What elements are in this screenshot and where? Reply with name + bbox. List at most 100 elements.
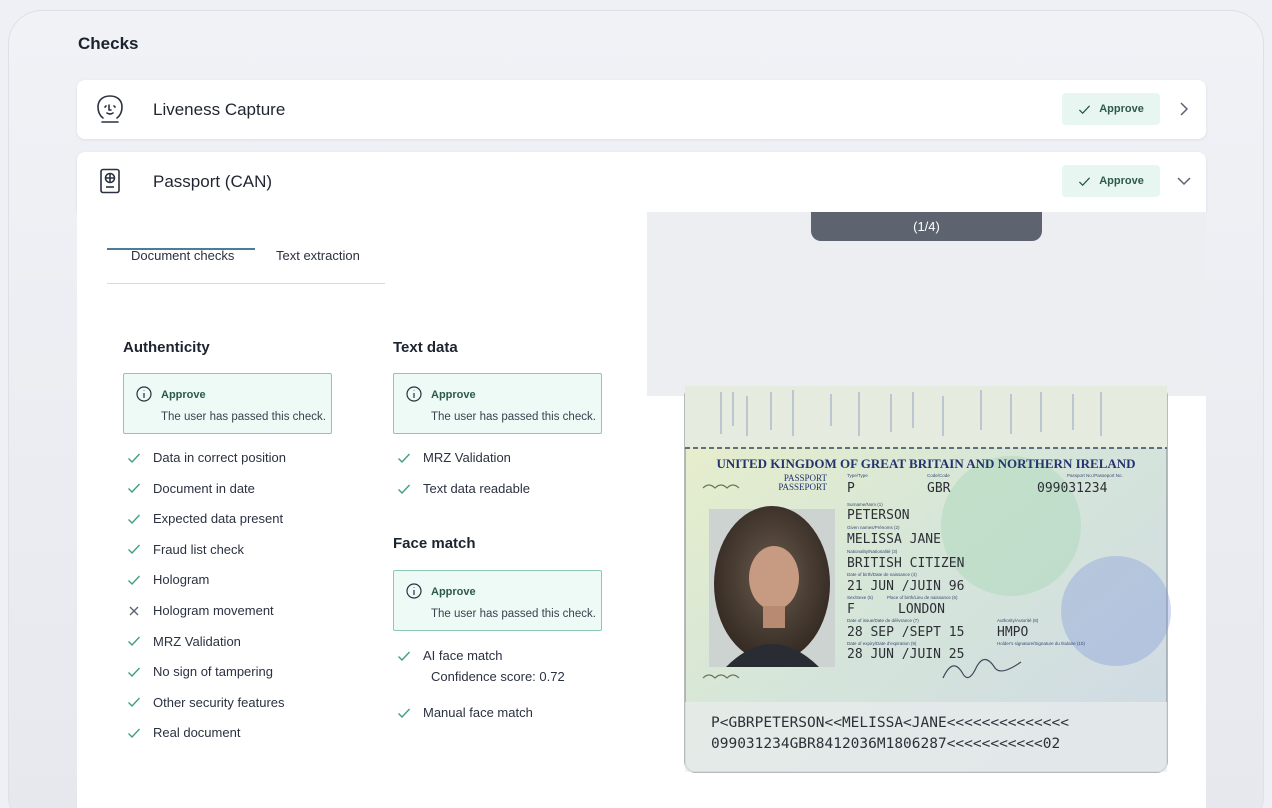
face-match-approve-desc: The user has passed this check. [431, 608, 596, 620]
check-item: Document in date [127, 481, 255, 496]
check-item-ai-face-match: AI face match [397, 648, 502, 663]
passport-nationality: BRITISH CITIZEN [847, 556, 964, 571]
signature-caption: Holder's signature/Signature du titulair… [997, 641, 1085, 646]
authority-caption: Authority/Autorité (8) [997, 618, 1039, 623]
tab-text-extraction[interactable]: Text extraction [276, 248, 360, 263]
check-item: Data in correct position [127, 450, 286, 465]
face-match-heading: Face match [393, 535, 476, 552]
passport-code: GBR [927, 481, 951, 496]
check-item-label: MRZ Validation [423, 450, 511, 465]
document-viewer-header: (1/4) [647, 212, 1206, 396]
passport-given-names: MELISSA JANE [847, 532, 941, 547]
check-item-label: Manual face match [423, 705, 533, 720]
check-item-label: Data in correct position [153, 450, 286, 465]
check-item-manual-face-match: Manual face match [397, 705, 533, 720]
passport-place-of-birth: LONDON [898, 602, 945, 617]
passport-label: Passport (CAN) [153, 172, 273, 191]
cross-icon [129, 606, 139, 615]
approve-label: Approve [1099, 103, 1144, 115]
check-icon [128, 453, 141, 463]
check-icon [128, 575, 141, 585]
approve-label: Approve [1099, 175, 1144, 187]
check-item-label: Real document [153, 725, 241, 741]
number-caption: Passport No./Passeport No. [1067, 473, 1123, 478]
tab-bar: Document checks Text extraction [107, 240, 385, 284]
check-item-label: Hologram movement [153, 603, 274, 618]
chevron-right-icon[interactable] [1176, 100, 1192, 118]
check-icon [128, 728, 141, 738]
page-title: Checks [78, 34, 139, 53]
check-icon [398, 484, 411, 494]
passport-sex: F [847, 602, 855, 617]
dob-caption: Date of birth/Date de naissance (4) [847, 572, 917, 577]
type-caption: Type/Type [847, 473, 868, 478]
info-icon [406, 386, 422, 402]
info-icon [406, 583, 422, 599]
check-item-label: Expected data present [153, 511, 284, 527]
check-item-label: Other security features [153, 694, 285, 710]
check-item: Text data readable [397, 481, 530, 496]
check-icon [128, 544, 141, 555]
check-icon [1079, 104, 1091, 114]
passport-authority: HMPO [997, 625, 1028, 640]
passport-icon [95, 166, 125, 196]
passport-image[interactable]: UNITED KINGDOM OF GREAT BRITAIN AND NORT… [681, 386, 1171, 778]
passport-surname: PETERSON [847, 508, 910, 523]
authenticity-approve-box: Approve The user has passed this check. [123, 373, 332, 434]
passport-country-header: UNITED KINGDOM OF GREAT BRITAIN AND NORT… [716, 456, 1135, 471]
check-icon [398, 651, 411, 661]
authenticity-approve-desc: The user has passed this check. [161, 411, 326, 423]
check-item: No sign of tampering [127, 664, 273, 679]
check-item-label: MRZ Validation [153, 633, 241, 649]
check-item-label: Document in date [153, 480, 255, 496]
nationality-caption: Nationality/Nationalité (3) [847, 549, 898, 554]
passport-issue-date: 28 SEP /SEPT 15 [847, 625, 964, 640]
sex-caption: Sex/Sexe (5) [847, 595, 874, 600]
liveness-approve-button[interactable]: Approve [1062, 93, 1160, 125]
check-icon [398, 708, 411, 718]
check-icon [128, 636, 141, 647]
text-data-approve-title: Approve [431, 389, 476, 401]
check-item-label: Fraud list check [153, 541, 245, 557]
chevron-down-icon[interactable] [1176, 172, 1192, 190]
text-data-heading: Text data [393, 339, 458, 356]
issue-caption: Date of issue/Date de délivrance (7) [847, 618, 919, 623]
check-item: Expected data present [127, 511, 283, 526]
image-pager[interactable]: (1/4) [811, 212, 1042, 241]
code-caption: Code/Code [927, 473, 950, 478]
confidence-score: Confidence score: 0.72 [431, 669, 565, 684]
surname-caption: Surname/Nom (1) [847, 502, 883, 507]
check-icon [1079, 176, 1091, 186]
passport-row[interactable]: Passport (CAN) Approve [77, 152, 1206, 212]
check-icon [128, 483, 141, 494]
check-item-label: No sign of tampering [153, 664, 273, 680]
check-item: Hologram [127, 572, 209, 587]
passport-doc-label-2: PASSEPORT [778, 482, 827, 492]
tab-document-checks[interactable]: Document checks [131, 248, 234, 263]
document-viewer: UNITED KINGDOM OF GREAT BRITAIN AND NORT… [647, 386, 1206, 808]
mrz-line-1: P<GBRPETERSON<<MELISSA<JANE<<<<<<<<<<<<<… [711, 715, 1069, 731]
info-icon [136, 386, 152, 402]
passport-number: 099031234 [1037, 481, 1108, 496]
face-icon [95, 94, 125, 124]
check-item: Other security features [127, 695, 285, 710]
check-icon [128, 667, 141, 677]
text-data-approve-box: Approve The user has passed this check. [393, 373, 602, 434]
liveness-capture-row[interactable]: Liveness Capture Approve [77, 80, 1206, 139]
passport-expiry-date: 28 JUN /JUIN 25 [847, 647, 964, 662]
check-icon [128, 514, 141, 524]
check-item: Hologram movement [127, 603, 274, 618]
passport-type: P [847, 481, 855, 496]
authenticity-approve-title: Approve [161, 389, 206, 401]
expiry-caption: Date of expiry/Date d'expiration (9) [847, 641, 917, 646]
liveness-capture-label: Liveness Capture [153, 100, 286, 119]
authenticity-heading: Authenticity [123, 339, 210, 356]
document-checks-panel: Document checks Text extraction Authenti… [77, 212, 647, 808]
face-match-approve-box: Approve The user has passed this check. [393, 570, 602, 631]
given-names-caption: Given names/Prénoms (2) [847, 525, 900, 530]
face-match-approve-title: Approve [431, 586, 476, 598]
check-icon [128, 697, 141, 708]
check-item: Fraud list check [127, 542, 244, 557]
check-item: MRZ Validation [397, 450, 511, 465]
passport-approve-button[interactable]: Approve [1062, 165, 1160, 197]
